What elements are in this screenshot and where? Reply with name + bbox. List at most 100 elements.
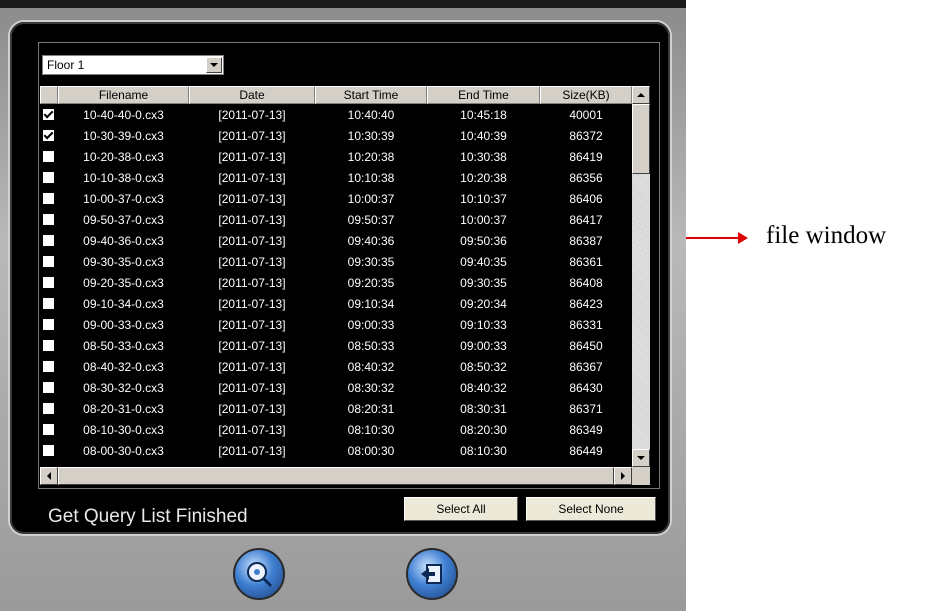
file-table-body: 10-40-40-0.cx3 [2011-07-13] 10:40:40 10:45:… <box>40 105 632 467</box>
table-row[interactable]: 08-30-32-0.cx3 [2011-07-13] 08:30:32 08:40:… <box>40 378 632 399</box>
row-checkbox[interactable] <box>42 192 55 205</box>
cell-filename: 09-00-33-0.cx3 <box>83 318 164 332</box>
cell-start: 08:40:32 <box>347 360 395 374</box>
row-checkbox[interactable] <box>42 171 55 184</box>
cell-start: 09:30:35 <box>347 255 395 269</box>
row-checkbox[interactable] <box>42 318 55 331</box>
table-row[interactable]: 10-00-37-0.cx3 [2011-07-13] 10:00:37 10:10:… <box>40 189 632 210</box>
cell-filename: 10-20-38-0.cx3 <box>83 150 164 164</box>
cell-filename: 08-50-33-0.cx3 <box>83 339 164 353</box>
select-none-button[interactable]: Select None <box>526 497 656 521</box>
column-header-filename[interactable]: Filename <box>58 86 189 104</box>
table-row[interactable]: 08-40-32-0.cx3 [2011-07-13] 08:40:32 08:50:… <box>40 357 632 378</box>
cell-filename: 08-40-32-0.cx3 <box>83 360 164 374</box>
cell-start: 08:20:31 <box>347 402 395 416</box>
cell-filename: 09-20-35-0.cx3 <box>83 276 164 290</box>
row-checkbox[interactable] <box>42 255 55 268</box>
horizontal-scrollbar[interactable] <box>40 467 632 485</box>
row-checkbox[interactable] <box>42 444 55 457</box>
cell-size: 86349 <box>569 423 603 437</box>
table-row[interactable]: 08-10-30-0.cx3 [2011-07-13] 08:10:30 08:20:… <box>40 420 632 441</box>
table-row[interactable]: 09-50-37-0.cx3 [2011-07-13] 09:50:37 10:00:… <box>40 210 632 231</box>
cell-size: 86406 <box>569 192 603 206</box>
column-header-date[interactable]: Date <box>189 86 315 104</box>
cell-end: 10:10:37 <box>460 192 507 206</box>
scroll-up-icon[interactable] <box>632 86 650 104</box>
select-all-button[interactable]: Select All <box>404 497 518 521</box>
chevron-down-icon[interactable] <box>206 57 222 73</box>
column-header-start-time[interactable]: Start Time <box>315 86 427 104</box>
cell-filename: 10-30-39-0.cx3 <box>83 129 164 143</box>
row-checkbox[interactable] <box>42 339 55 352</box>
scroll-down-icon[interactable] <box>632 449 650 467</box>
return-icon <box>421 564 442 584</box>
table-row[interactable]: 08-50-33-0.cx3 [2011-07-13] 08:50:33 09:00:… <box>40 336 632 357</box>
cell-start: 10:30:39 <box>347 129 395 143</box>
cell-size: 86430 <box>569 381 603 395</box>
cell-start: 08:00:30 <box>347 444 395 458</box>
row-checkbox[interactable] <box>42 234 55 247</box>
search-disc-button[interactable] <box>233 548 285 600</box>
table-row[interactable]: 08-00-30-0.cx3 [2011-07-13] 08:00:30 08:10:… <box>40 441 632 462</box>
table-row[interactable]: 10-10-38-0.cx3 [2011-07-13] 10:10:38 10:20:… <box>40 168 632 189</box>
cell-end: 08:20:30 <box>460 423 507 437</box>
cell-date: [2011-07-13] <box>218 339 286 353</box>
cell-date: [2011-07-13] <box>218 444 286 458</box>
row-checkbox[interactable] <box>42 108 55 121</box>
cell-size: 86371 <box>569 402 603 416</box>
cell-end: 08:30:31 <box>460 402 507 416</box>
cell-filename: 09-40-36-0.cx3 <box>83 234 164 248</box>
column-header-end-time[interactable]: End Time <box>427 86 540 104</box>
table-row[interactable]: 09-30-35-0.cx3 [2011-07-13] 09:30:35 09:40:… <box>40 252 632 273</box>
table-row[interactable]: 08-20-31-0.cx3 [2011-07-13] 08:20:31 08:30:… <box>40 399 632 420</box>
back-button[interactable] <box>406 548 458 600</box>
table-row[interactable]: 10-40-40-0.cx3 [2011-07-13] 10:40:40 10:45:… <box>40 105 632 126</box>
cell-filename: 10-40-40-0.cx3 <box>83 108 164 122</box>
row-checkbox[interactable] <box>42 360 55 373</box>
cell-start: 09:40:36 <box>347 234 395 248</box>
cell-size: 86356 <box>569 171 603 185</box>
row-checkbox[interactable] <box>42 276 55 289</box>
table-row[interactable]: 10-30-39-0.cx3 [2011-07-13] 10:30:39 10:40:… <box>40 126 632 147</box>
cell-filename: 08-00-30-0.cx3 <box>83 444 164 458</box>
vertical-scroll-thumb[interactable] <box>632 104 650 174</box>
row-checkbox[interactable] <box>42 129 55 142</box>
scroll-left-icon[interactable] <box>40 467 58 485</box>
status-text: Get Query List Finished <box>48 506 248 527</box>
scroll-right-icon[interactable] <box>614 467 632 485</box>
horizontal-scroll-thumb[interactable] <box>58 467 614 485</box>
vertical-scrollbar[interactable] <box>632 86 650 467</box>
table-row[interactable]: 10-20-38-0.cx3 [2011-07-13] 10:20:38 10:30:… <box>40 147 632 168</box>
cell-end: 10:45:18 <box>460 108 507 122</box>
table-header: Filename Date Start Time End Time Size(K… <box>40 86 632 104</box>
table-row[interactable]: 09-40-36-0.cx3 [2011-07-13] 09:40:36 09:50:… <box>40 231 632 252</box>
cell-size: 86417 <box>569 213 603 227</box>
row-checkbox[interactable] <box>42 297 55 310</box>
column-header-check[interactable] <box>40 86 58 104</box>
cell-end: 10:20:38 <box>460 171 507 185</box>
cell-start: 08:30:32 <box>347 381 395 395</box>
floor-select[interactable]: Floor 1 <box>42 55 224 75</box>
cell-start: 10:20:38 <box>347 150 395 164</box>
row-checkbox[interactable] <box>42 213 55 226</box>
row-checkbox[interactable] <box>42 381 55 394</box>
cell-date: [2011-07-13] <box>218 234 286 248</box>
cell-end: 09:20:34 <box>460 297 507 311</box>
row-checkbox[interactable] <box>42 150 55 163</box>
table-row[interactable]: 09-00-33-0.cx3 [2011-07-13] 09:00:33 09:10:… <box>40 315 632 336</box>
cell-size: 40001 <box>569 108 603 122</box>
cell-date: [2011-07-13] <box>218 171 286 185</box>
cell-date: [2011-07-13] <box>218 297 286 311</box>
column-header-size[interactable]: Size(KB) <box>540 86 632 104</box>
row-checkbox[interactable] <box>42 402 55 415</box>
cell-end: 10:30:38 <box>460 150 507 164</box>
cell-size: 86419 <box>569 150 603 164</box>
cell-end: 10:40:39 <box>460 129 507 143</box>
cell-start: 10:00:37 <box>347 192 395 206</box>
cell-date: [2011-07-13] <box>218 255 286 269</box>
cell-end: 08:40:32 <box>460 381 507 395</box>
table-row[interactable]: 09-20-35-0.cx3 [2011-07-13] 09:20:35 09:30:… <box>40 273 632 294</box>
row-checkbox[interactable] <box>42 423 55 436</box>
cell-date: [2011-07-13] <box>218 402 286 416</box>
table-row[interactable]: 09-10-34-0.cx3 [2011-07-13] 09:10:34 09:20:… <box>40 294 632 315</box>
